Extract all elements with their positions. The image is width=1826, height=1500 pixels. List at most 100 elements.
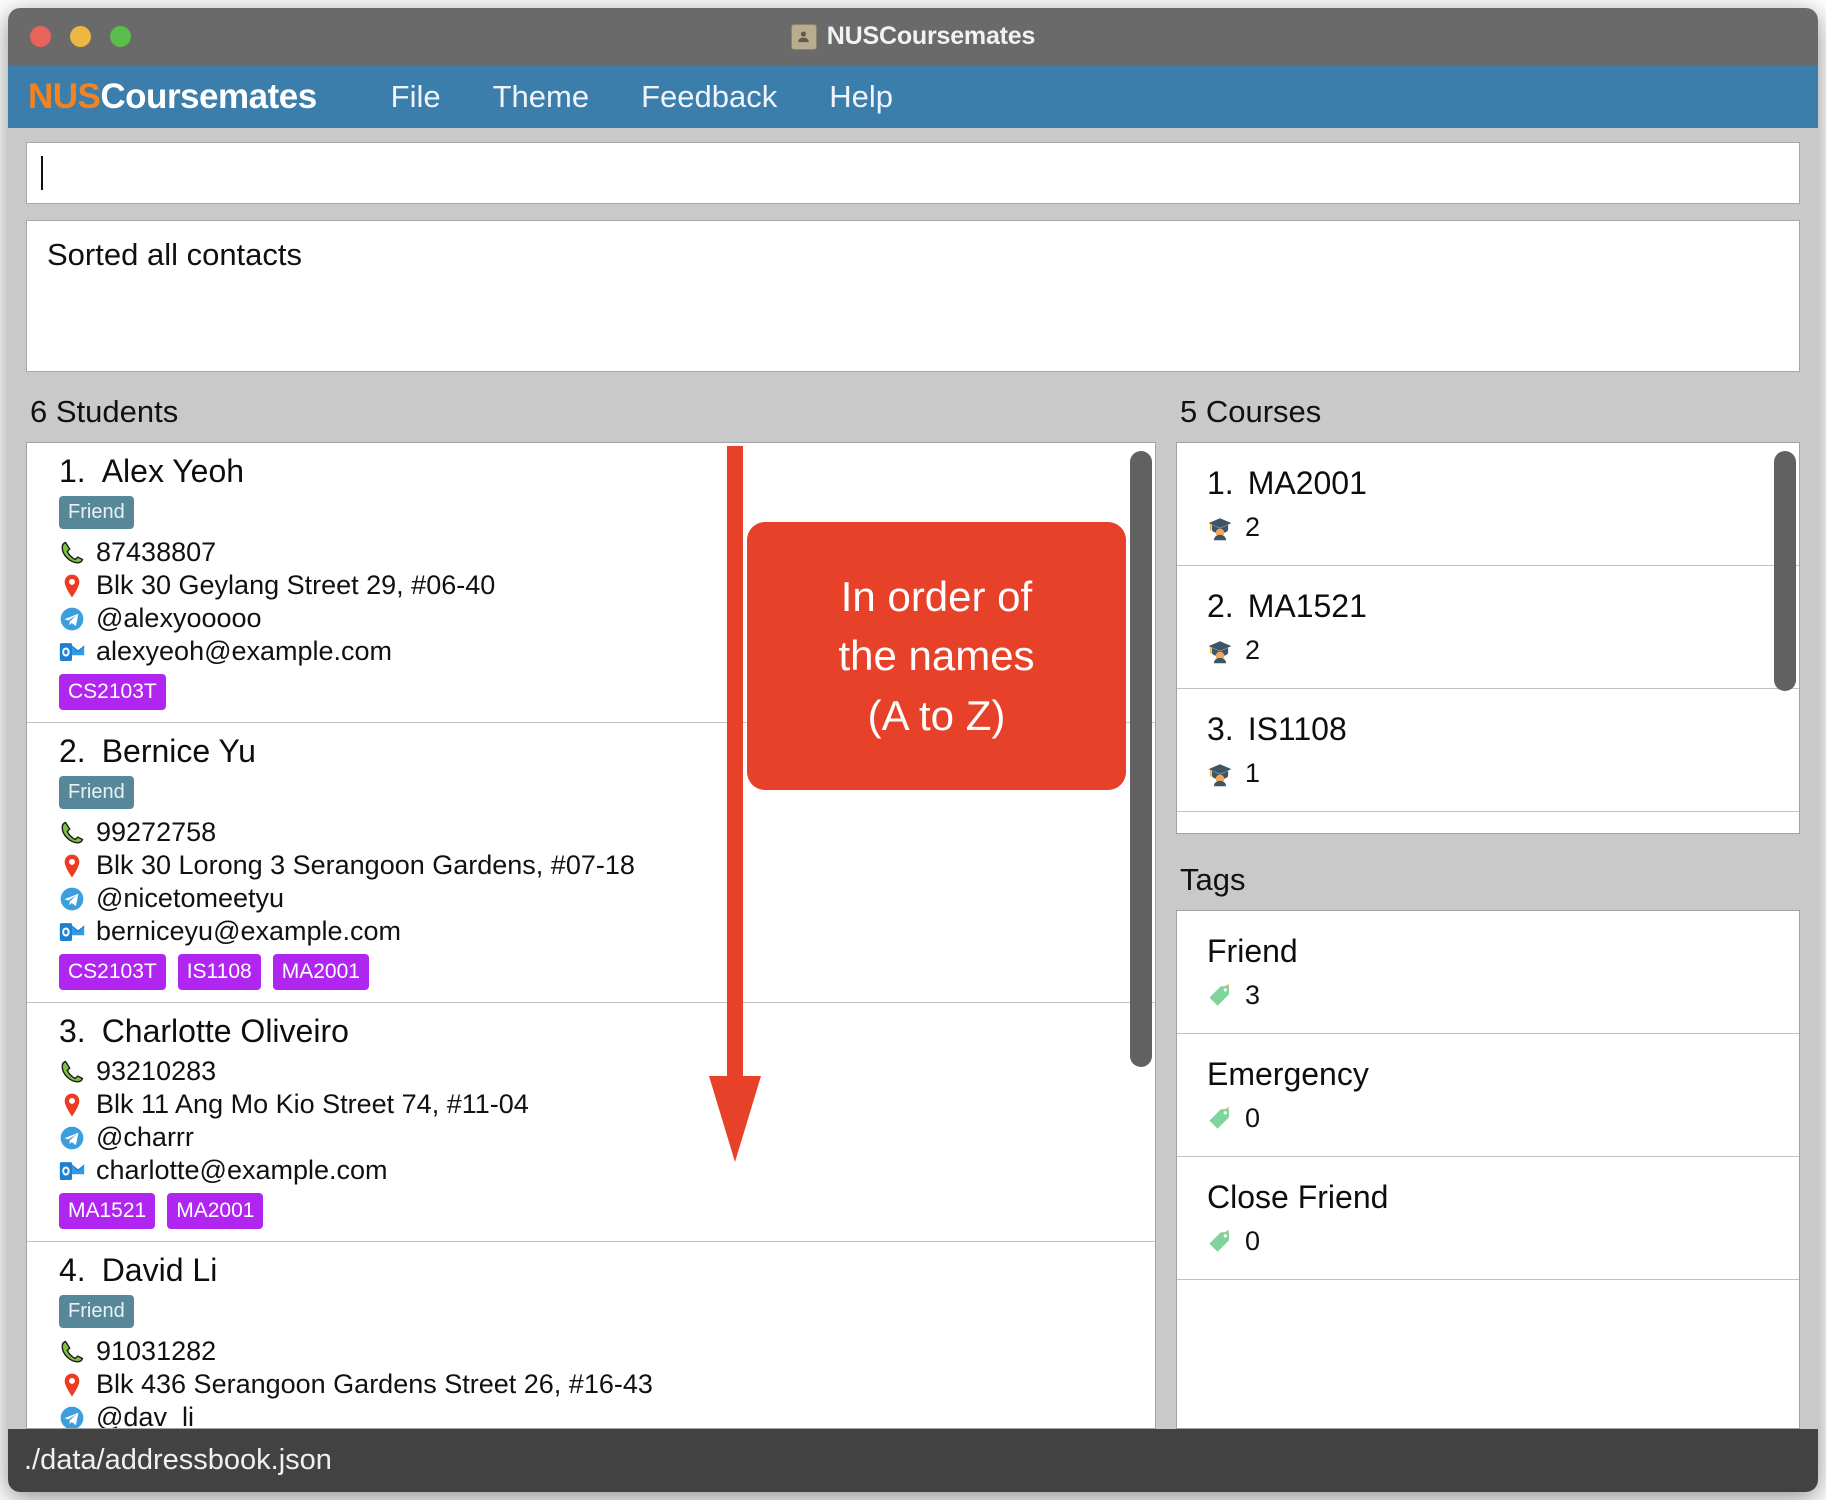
main-content: Sorted all contacts 6 Students 1. Alex Ye… xyxy=(8,128,1818,1429)
courses-list-frame: 1. MA2001 2 2. MA1521 2 3. IS1108 1 xyxy=(1176,442,1800,834)
student-detail-row: Blk 436 Serangoon Gardens Street 26, #16… xyxy=(59,1369,1155,1400)
student-name-row: 3. Charlotte Oliveiro xyxy=(59,1013,1155,1050)
location-pin-icon xyxy=(64,854,80,877)
tag-title-row: Close Friend xyxy=(1207,1179,1799,1216)
student-card: 1. Alex Yeoh Friend 87438807 Blk 30 Geylang … xyxy=(27,443,1155,723)
location-pin-icon xyxy=(64,1093,80,1116)
course-count-row: 2 xyxy=(1207,635,1799,666)
student-tag-chip: Friend xyxy=(59,496,134,529)
student-course-chips: CS2103T xyxy=(59,674,1155,710)
tags-list-frame: Friend 3 Emergency 0 Close Friend 0 xyxy=(1176,910,1800,1429)
telegram-icon xyxy=(60,1126,84,1149)
result-message: Sorted all contacts xyxy=(47,237,303,272)
brand-prefix: NUS xyxy=(28,76,101,116)
student-card: 2. Bernice Yu Friend 99272758 Blk 30 Lorong … xyxy=(27,723,1155,1003)
course-title-row: 1. MA2001 xyxy=(1207,465,1799,502)
student-detail-row: 93210283 xyxy=(59,1056,1155,1087)
student-detail-text: 99272758 xyxy=(96,817,217,847)
student-name-row: 1. Alex Yeoh xyxy=(59,453,1155,490)
location-pin-icon xyxy=(64,1373,80,1396)
student-name: Bernice Yu xyxy=(101,733,256,769)
courses-list: 1. MA2001 2 2. MA1521 2 3. IS1108 1 xyxy=(1177,443,1799,812)
brand-suffix: Coursemates xyxy=(100,76,317,116)
menu-bar: NUSCoursemates File Theme Feedback Help xyxy=(8,65,1818,128)
menu-item-theme[interactable]: Theme xyxy=(467,75,615,119)
outlook-email-icon xyxy=(59,642,85,661)
student-index: 1. xyxy=(59,453,86,489)
course-index: 1. xyxy=(1207,465,1234,501)
tag-count-row: 0 xyxy=(1207,1226,1799,1257)
student-detail-text: @charrr xyxy=(96,1122,194,1152)
students-scrollbar[interactable] xyxy=(1130,449,1152,1422)
students-list: 1. Alex Yeoh Friend 87438807 Blk 30 Geylang … xyxy=(27,443,1155,1429)
student-detail-text: 87438807 xyxy=(96,537,217,567)
student-detail-row: alexyeoh@example.com xyxy=(59,636,1155,667)
student-card: 4. David Li Friend 91031282 Blk 436 Serangoo… xyxy=(27,1242,1155,1429)
menu-item-file[interactable]: File xyxy=(365,75,467,119)
command-input[interactable] xyxy=(26,142,1800,204)
course-card: 3. IS1108 1 xyxy=(1177,689,1799,812)
location-pin-icon xyxy=(64,574,80,597)
student-detail-text: Blk 436 Serangoon Gardens Street 26, #16… xyxy=(96,1369,653,1399)
menu-item-group: File Theme Feedback Help xyxy=(365,75,919,119)
courses-heading: 5 Courses xyxy=(1180,394,1322,429)
student-name-row: 4. David Li xyxy=(59,1252,1155,1289)
menu-item-feedback[interactable]: Feedback xyxy=(615,75,803,119)
course-student-count: 2 xyxy=(1245,512,1261,542)
student-name: Charlotte Oliveiro xyxy=(101,1013,349,1049)
courses-scrollbar-thumb[interactable] xyxy=(1774,451,1796,691)
course-code: MA2001 xyxy=(1247,465,1367,501)
student-detail-row: @nicetomeetyu xyxy=(59,883,1155,914)
tag-count-row: 0 xyxy=(1207,1103,1799,1134)
course-code: MA1521 xyxy=(1247,588,1367,624)
application-window: NUSCoursemates NUSCoursemates File Theme… xyxy=(8,8,1818,1492)
window-title-text: NUSCoursemates xyxy=(826,22,1036,50)
graduate-icon xyxy=(1208,517,1232,540)
text-caret xyxy=(41,156,43,190)
result-display-box: Sorted all contacts xyxy=(26,220,1800,372)
course-index: 3. xyxy=(1207,711,1234,747)
student-detail-row: Blk 30 Lorong 3 Serangoon Gardens, #07-1… xyxy=(59,850,1155,881)
course-chip: CS2103T xyxy=(59,954,166,990)
student-detail-text: 93210283 xyxy=(96,1056,217,1086)
tag-name: Close Friend xyxy=(1207,1179,1389,1215)
student-detail-row: 99272758 xyxy=(59,817,1155,848)
tag-name: Emergency xyxy=(1207,1056,1369,1092)
student-name: Alex Yeoh xyxy=(101,453,245,489)
menu-item-help[interactable]: Help xyxy=(803,75,919,119)
tag-count: 0 xyxy=(1245,1226,1261,1256)
students-list-frame: 1. Alex Yeoh Friend 87438807 Blk 30 Geylang … xyxy=(26,442,1156,1429)
student-tag-chip: Friend xyxy=(59,776,134,809)
students-scrollbar-thumb[interactable] xyxy=(1130,451,1152,1067)
tag-name: Friend xyxy=(1207,933,1298,969)
student-detail-text: 91031282 xyxy=(96,1336,217,1366)
student-detail-text: @dav_li xyxy=(96,1402,194,1429)
telegram-icon xyxy=(60,1406,84,1428)
courses-scrollbar[interactable] xyxy=(1774,449,1796,827)
student-index: 3. xyxy=(59,1013,86,1049)
students-pane: 6 Students 1. Alex Yeoh Friend 87438807 Blk … xyxy=(26,394,1156,1429)
tags-pane: Tags Friend 3 Emergency 0 Close Friend 0 xyxy=(1176,862,1800,1429)
course-student-count: 1 xyxy=(1245,758,1261,788)
course-student-count: 2 xyxy=(1245,635,1261,665)
telegram-icon xyxy=(60,607,84,630)
course-chip: MA2001 xyxy=(272,954,369,990)
save-location-path: ./data/addressbook.json xyxy=(24,1444,332,1476)
course-chip: IS1108 xyxy=(177,954,261,990)
phone-icon xyxy=(61,541,84,563)
student-course-chips: CS2103T IS1108 MA2001 xyxy=(59,954,1155,990)
students-heading: 6 Students xyxy=(30,394,179,429)
course-chip: MA2001 xyxy=(167,1193,264,1229)
student-detail-row: berniceyu@example.com xyxy=(59,916,1155,947)
tag-count: 3 xyxy=(1245,980,1261,1010)
student-detail-row: 87438807 xyxy=(59,537,1155,568)
panes-container: 6 Students 1. Alex Yeoh Friend 87438807 Blk … xyxy=(26,394,1800,1429)
tag-count: 0 xyxy=(1245,1103,1261,1133)
student-detail-row: charlotte@example.com xyxy=(59,1155,1155,1186)
course-title-row: 3. IS1108 xyxy=(1207,711,1799,748)
student-detail-text: @alexyooooo xyxy=(96,603,262,633)
course-count-row: 1 xyxy=(1207,758,1799,789)
student-detail-text: charlotte@example.com xyxy=(96,1155,388,1185)
outlook-email-icon xyxy=(59,1161,85,1180)
student-detail-row: @charrr xyxy=(59,1122,1155,1153)
